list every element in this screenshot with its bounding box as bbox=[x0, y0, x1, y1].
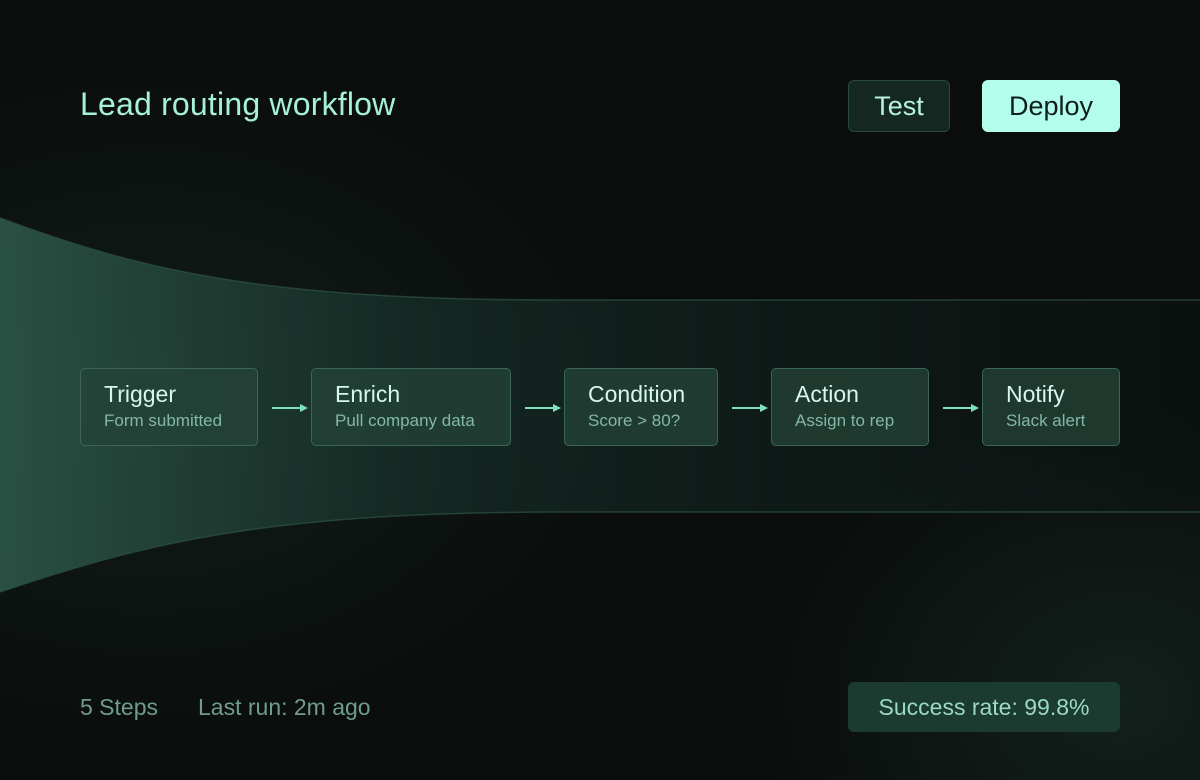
step-node-trigger[interactable]: Trigger Form submitted bbox=[80, 368, 258, 446]
arrow-right-icon bbox=[525, 404, 561, 412]
step-title: Notify bbox=[1006, 381, 1065, 407]
step-subtitle: Score > 80? bbox=[588, 411, 681, 430]
step-subtitle: Assign to rep bbox=[795, 411, 895, 430]
arrow-right-icon bbox=[272, 404, 308, 412]
test-button[interactable]: Test bbox=[848, 80, 950, 132]
step-subtitle: Form submitted bbox=[104, 411, 223, 430]
step-node-notify[interactable]: Notify Slack alert bbox=[982, 368, 1120, 446]
step-node-enrich[interactable]: Enrich Pull company data bbox=[311, 368, 511, 446]
steps-count: 5 Steps bbox=[80, 694, 158, 720]
success-rate-badge: Success rate: 99.8% bbox=[848, 682, 1120, 732]
step-title: Enrich bbox=[335, 381, 401, 407]
step-node-condition[interactable]: Condition Score > 80? bbox=[564, 368, 718, 446]
deploy-button[interactable]: Deploy bbox=[982, 80, 1120, 132]
step-title: Trigger bbox=[104, 381, 176, 407]
arrow-right-icon bbox=[943, 404, 979, 412]
last-run-status: Last run: 2m ago bbox=[198, 694, 371, 720]
page-title: Lead routing workflow bbox=[80, 86, 396, 122]
arrow-right-icon bbox=[732, 404, 768, 412]
workflow-canvas: Lead routing workflow Test Deploy Trigge… bbox=[0, 0, 1200, 780]
step-subtitle: Slack alert bbox=[1006, 411, 1086, 430]
step-title: Action bbox=[795, 381, 859, 407]
step-title: Condition bbox=[588, 381, 686, 407]
step-subtitle: Pull company data bbox=[335, 411, 475, 430]
step-node-action[interactable]: Action Assign to rep bbox=[771, 368, 929, 446]
